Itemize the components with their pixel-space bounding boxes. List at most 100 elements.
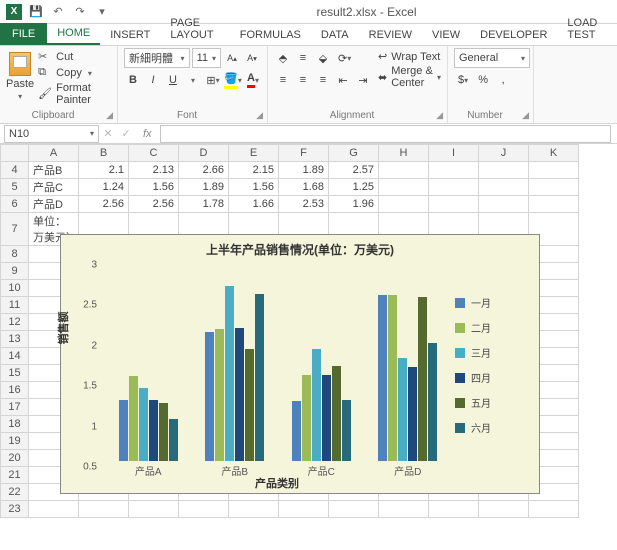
align-center-button[interactable]: ≡	[294, 70, 312, 90]
cell-J6[interactable]	[479, 196, 529, 213]
row-header-6[interactable]: 6	[1, 196, 29, 213]
cell-I23[interactable]	[429, 501, 479, 518]
increase-font-button[interactable]: A▴	[223, 48, 241, 68]
column-header-D[interactable]: D	[179, 145, 229, 162]
cell-D6[interactable]: 1.78	[179, 196, 229, 213]
format-painter-button[interactable]: 🖌Format Painter	[38, 82, 111, 106]
cell-A23[interactable]	[29, 501, 79, 518]
cell-G6[interactable]: 1.96	[329, 196, 379, 213]
cell-I5[interactable]	[429, 179, 479, 196]
cell-G4[interactable]: 2.57	[329, 162, 379, 179]
cell-F5[interactable]: 1.68	[279, 179, 329, 196]
column-header-K[interactable]: K	[529, 145, 579, 162]
orientation-button[interactable]: ⟳▾	[334, 48, 355, 68]
cell-G5[interactable]: 1.25	[329, 179, 379, 196]
tab-view[interactable]: VIEW	[422, 25, 470, 45]
font-color-button[interactable]: A▾	[244, 70, 262, 90]
cell-J5[interactable]	[479, 179, 529, 196]
undo-button[interactable]: ↶	[50, 4, 66, 20]
row-header-22[interactable]: 22	[1, 484, 29, 501]
cell-H6[interactable]	[379, 196, 429, 213]
font-family-combo[interactable]: 新細明體▾	[124, 48, 190, 68]
cell-D23[interactable]	[179, 501, 229, 518]
cell-A6[interactable]: 产品D	[29, 196, 79, 213]
column-header-I[interactable]: I	[429, 145, 479, 162]
cell-K6[interactable]	[529, 196, 579, 213]
increase-indent-button[interactable]: ⇥	[354, 70, 372, 90]
bold-button[interactable]: B	[124, 70, 142, 90]
row-header-23[interactable]: 23	[1, 501, 29, 518]
cell-B5[interactable]: 1.24	[79, 179, 129, 196]
column-header-A[interactable]: A	[29, 145, 79, 162]
cancel-formula-button[interactable]: ✕	[99, 124, 117, 144]
clipboard-dialog-launcher[interactable]: ◢	[106, 110, 113, 121]
underline-button[interactable]: U	[164, 70, 182, 90]
align-right-button[interactable]: ≡	[314, 70, 332, 90]
cell-D5[interactable]: 1.89	[179, 179, 229, 196]
decrease-font-button[interactable]: A▾	[243, 48, 261, 68]
tab-data[interactable]: DATA	[311, 25, 359, 45]
cell-B23[interactable]	[79, 501, 129, 518]
cell-C23[interactable]	[129, 501, 179, 518]
row-header-7[interactable]: 7	[1, 213, 29, 246]
row-header-14[interactable]: 14	[1, 348, 29, 365]
row-header-13[interactable]: 13	[1, 331, 29, 348]
row-header-17[interactable]: 17	[1, 399, 29, 416]
underline-dropdown[interactable]: ▾	[184, 70, 202, 90]
tab-file[interactable]: FILE	[0, 23, 47, 45]
row-header-20[interactable]: 20	[1, 450, 29, 467]
cell-C5[interactable]: 1.56	[129, 179, 179, 196]
copy-button[interactable]: ⧉Copy▾	[38, 66, 111, 80]
accounting-format-button[interactable]: $▾	[454, 70, 472, 90]
align-left-button[interactable]: ≡	[274, 70, 292, 90]
alignment-dialog-launcher[interactable]: ◢	[436, 110, 443, 121]
tab-home[interactable]: HOME	[47, 23, 100, 45]
cell-A5[interactable]: 产品C	[29, 179, 79, 196]
italic-button[interactable]: I	[144, 70, 162, 90]
cut-button[interactable]: ✂Cut	[38, 50, 111, 64]
font-size-combo[interactable]: 11▾	[192, 48, 221, 68]
merge-center-button[interactable]: ⬌Merge & Center▾	[378, 65, 441, 89]
qat-more-button[interactable]: ▾	[94, 4, 110, 20]
tab-review[interactable]: REVIEW	[359, 25, 422, 45]
align-top-button[interactable]: ⬘	[274, 48, 292, 68]
percent-format-button[interactable]: %	[474, 70, 492, 90]
row-header-18[interactable]: 18	[1, 416, 29, 433]
tab-developer[interactable]: DEVELOPER	[470, 25, 557, 45]
redo-button[interactable]: ↷	[72, 4, 88, 20]
cell-H23[interactable]	[379, 501, 429, 518]
row-header-19[interactable]: 19	[1, 433, 29, 450]
column-header-B[interactable]: B	[79, 145, 129, 162]
cell-F6[interactable]: 2.53	[279, 196, 329, 213]
row-header-8[interactable]: 8	[1, 246, 29, 263]
save-button[interactable]: 💾	[28, 4, 44, 20]
select-all-cell[interactable]	[1, 145, 29, 162]
tab-formulas[interactable]: FORMULAS	[230, 25, 311, 45]
number-dialog-launcher[interactable]: ◢	[522, 110, 529, 121]
name-box[interactable]: N10▾	[4, 125, 99, 143]
row-header-16[interactable]: 16	[1, 382, 29, 399]
row-header-12[interactable]: 12	[1, 314, 29, 331]
worksheet[interactable]: ABCDEFGHIJK4产品B2.12.132.662.151.892.575产…	[0, 144, 617, 518]
align-bottom-button[interactable]: ⬙	[314, 48, 332, 68]
row-header-11[interactable]: 11	[1, 297, 29, 314]
tab-page-layout[interactable]: PAGE LAYOUT	[160, 13, 229, 45]
enter-formula-button[interactable]: ✓	[117, 124, 135, 144]
column-header-H[interactable]: H	[379, 145, 429, 162]
font-dialog-launcher[interactable]: ◢	[256, 110, 263, 121]
cell-K23[interactable]	[529, 501, 579, 518]
tab-insert[interactable]: INSERT	[100, 25, 160, 45]
tab-load-test[interactable]: LOAD TEST	[557, 13, 617, 45]
number-format-combo[interactable]: General▾	[454, 48, 530, 68]
comma-format-button[interactable]: ,	[494, 70, 512, 90]
column-header-F[interactable]: F	[279, 145, 329, 162]
cell-E23[interactable]	[229, 501, 279, 518]
cell-C4[interactable]: 2.13	[129, 162, 179, 179]
cell-E5[interactable]: 1.56	[229, 179, 279, 196]
cell-I6[interactable]	[429, 196, 479, 213]
row-header-21[interactable]: 21	[1, 467, 29, 484]
fill-color-button[interactable]: 🪣▾	[224, 70, 242, 90]
cell-K5[interactable]	[529, 179, 579, 196]
cell-B6[interactable]: 2.56	[79, 196, 129, 213]
column-header-J[interactable]: J	[479, 145, 529, 162]
